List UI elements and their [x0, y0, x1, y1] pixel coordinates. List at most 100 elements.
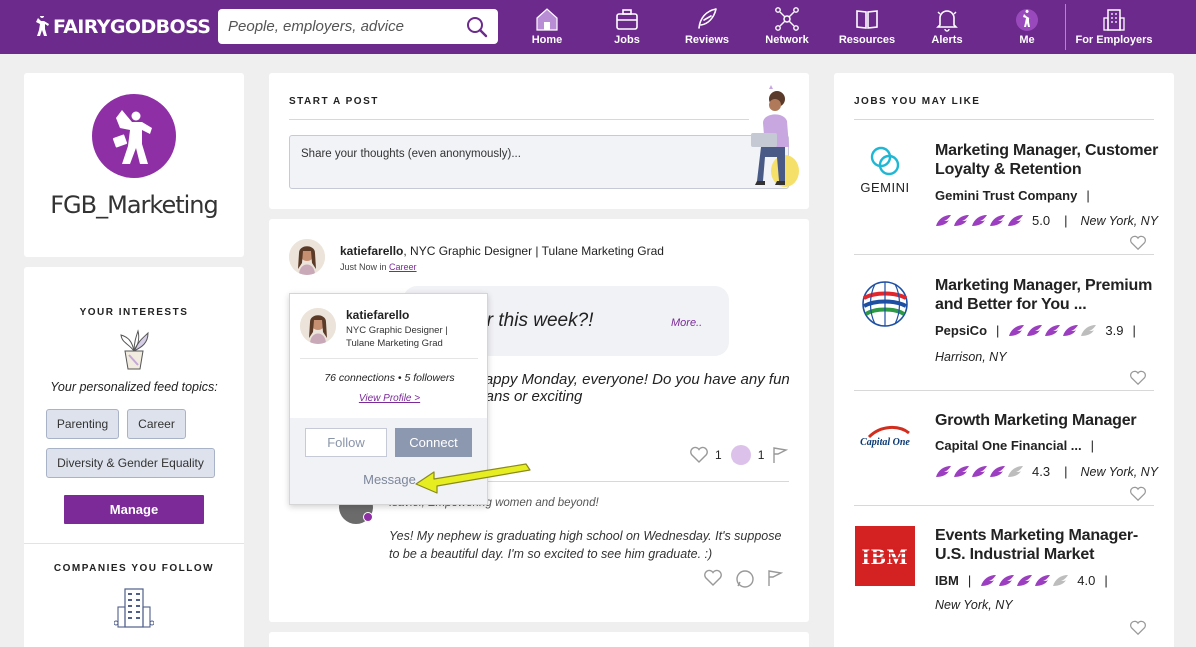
nav-network-label: Network: [765, 34, 809, 46]
woman-laptop-illustration: [751, 85, 799, 187]
job-item[interactable]: Marketing Manager, Premium and Better fo…: [834, 276, 1174, 411]
capital-one-wordmark: Capital One: [860, 437, 910, 448]
wing-icon: [1045, 325, 1061, 336]
heart-icon[interactable]: [689, 446, 709, 464]
heart-icon[interactable]: [1129, 620, 1147, 636]
post-category-link[interactable]: Career: [389, 262, 417, 272]
nav-resources-label: Resources: [838, 34, 896, 46]
job-location: Harrison, NY: [935, 350, 1007, 364]
wing-icon: [1017, 575, 1033, 586]
post-composer-input[interactable]: Share your thoughts (even anonymously)..…: [289, 135, 789, 189]
post-meta: Just Now in Career: [340, 262, 417, 272]
nav-for-employers[interactable]: For Employers: [1073, 6, 1155, 48]
job-title[interactable]: Marketing Manager, Customer Loyalty & Re…: [935, 141, 1165, 179]
gemini-wordmark: GEMINI: [860, 180, 909, 195]
rating-separator: |: [1132, 323, 1136, 338]
chip-diversity[interactable]: Diversity & Gender Equality: [46, 448, 215, 478]
popup-name[interactable]: katiefarello: [346, 308, 409, 322]
profile-name: FGB_Marketing: [50, 191, 218, 219]
wing-icon: [999, 575, 1015, 586]
view-profile-link[interactable]: View Profile >: [290, 393, 489, 404]
building-icon: [1103, 9, 1125, 31]
brand-name: FAIRYGODBOSS: [53, 16, 211, 38]
post-author-title: , NYC Graphic Designer | Tulane Marketin…: [403, 244, 664, 258]
rating-wings: [935, 214, 1024, 227]
connect-button[interactable]: Connect: [395, 428, 472, 457]
search-input[interactable]: [228, 9, 460, 44]
post-actions: 1 1: [689, 444, 789, 466]
flag-icon[interactable]: [767, 569, 783, 587]
follow-button[interactable]: Follow: [305, 428, 387, 457]
fairygodboss-logo[interactable]: FAIRYGODBOSS: [34, 14, 211, 40]
job-title[interactable]: Marketing Manager, Premium and Better fo…: [935, 276, 1165, 314]
companies-title: COMPANIES YOU FOLLOW: [53, 563, 215, 574]
comment-actions: [703, 569, 783, 589]
job-company-name: Capital One Financial ...: [935, 438, 1082, 453]
job-company-name: IBM: [935, 573, 959, 588]
job-item[interactable]: GEMINI Marketing Manager, Customer Loyal…: [834, 141, 1174, 276]
nav-for-employers-label: For Employers: [1075, 34, 1153, 46]
wing-icon: [990, 466, 1005, 477]
book-icon: [856, 10, 878, 29]
wing-icon: [954, 466, 969, 477]
interests-card: YOUR INTERESTS Your personalized feed to…: [24, 267, 244, 647]
chip-career[interactable]: Career: [127, 409, 186, 439]
search-box: [218, 9, 498, 44]
comment-bubble-icon[interactable]: [730, 444, 752, 466]
flag-icon[interactable]: [772, 446, 789, 464]
nav-network[interactable]: Network: [747, 6, 827, 48]
jobs-card: JOBS YOU MAY LIKE GEMINI Marketing Manag…: [834, 73, 1174, 647]
like-count: 1: [715, 448, 722, 462]
job-rating: 4.3 | New York, NY: [935, 464, 1158, 479]
nav-me[interactable]: Me: [987, 6, 1067, 48]
post-header: katiefarello, NYC Graphic Designer | Tul…: [340, 244, 664, 258]
ibm-logo: IBM: [855, 526, 915, 586]
bell-icon: [936, 10, 958, 32]
job-title[interactable]: Growth Marketing Manager: [935, 411, 1165, 430]
author-avatar[interactable]: [289, 239, 325, 275]
rating-separator: |: [1064, 213, 1068, 228]
more-link[interactable]: More..: [671, 317, 702, 329]
post-body: Happy Monday, everyone! Do you have any …: [474, 371, 790, 405]
heart-icon[interactable]: [1129, 235, 1147, 251]
manage-button[interactable]: Manage: [64, 495, 204, 524]
heart-icon[interactable]: [703, 569, 723, 587]
heart-icon[interactable]: [1129, 486, 1147, 502]
popup-avatar[interactable]: [300, 308, 336, 344]
popup-stats: 76 connections • 5 followers: [324, 372, 455, 384]
nav-reviews[interactable]: Reviews: [667, 6, 747, 48]
job-company-name: Gemini Trust Company: [935, 188, 1078, 203]
gemini-logo: GEMINI: [860, 146, 909, 195]
heart-icon[interactable]: [1129, 370, 1147, 386]
wing-icon: [972, 466, 987, 477]
job-title[interactable]: Events Marketing Manager- U.S. Industria…: [935, 526, 1165, 564]
profile-avatar[interactable]: [92, 94, 176, 178]
nav-home[interactable]: Home: [507, 6, 587, 48]
divider: [854, 119, 1154, 120]
post-author[interactable]: katiefarello: [340, 244, 403, 258]
job-company: PepsiCo | 3.9 |: [935, 323, 1136, 338]
job-company: Capital One Financial ... |: [935, 438, 1095, 453]
job-location: New York, NY: [1080, 464, 1159, 479]
jobs-title: JOBS YOU MAY LIKE: [854, 96, 981, 107]
divider: [24, 543, 244, 544]
search-icon[interactable]: [466, 16, 488, 38]
wing-icon: [981, 575, 997, 586]
job-location: New York, NY: [935, 598, 1013, 612]
nav-jobs[interactable]: Jobs: [587, 6, 667, 48]
start-post-title: START A POST: [289, 96, 379, 107]
rating-value: 4.3: [1032, 464, 1051, 479]
rating-wings: [1008, 324, 1097, 337]
job-item[interactable]: IBM Events Marketing Manager- U.S. Indus…: [834, 526, 1174, 647]
wing-icon: [1035, 575, 1051, 586]
rating-value: 5.0: [1032, 213, 1051, 228]
next-post-card: [269, 632, 809, 647]
nav-alerts[interactable]: Alerts: [907, 6, 987, 48]
commenter-badge: [363, 512, 373, 522]
comment-icon[interactable]: [735, 569, 755, 589]
chip-parenting[interactable]: Parenting: [46, 409, 119, 439]
wing-icon: [1009, 325, 1025, 336]
nav-alerts-label: Alerts: [931, 34, 963, 46]
yellow-arrow-annotation: [415, 463, 531, 494]
nav-resources[interactable]: Resources: [827, 6, 907, 48]
